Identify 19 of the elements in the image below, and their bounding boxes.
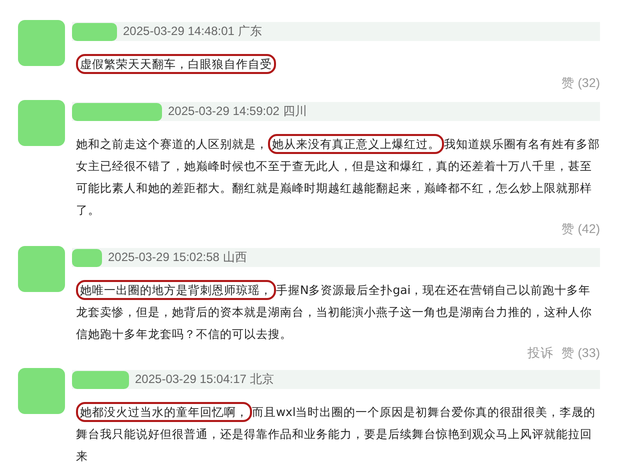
- comment-timestamp: 2025-03-29 14:48:01 广东: [123, 23, 262, 40]
- redacted-username: [72, 370, 129, 388]
- redacted-username: [72, 248, 102, 266]
- comment-text: 她唯一出圈的地方是背刺恩师琼瑶， 手握N多资源最后全扑gai，现在还在营销自己以前跑十多年龙套卖惨，但是，她背后的资本就是湖南台，当初能演小燕子这一角也是湖南台力推的，这种人你信她跑十多年龙套吗？不信的可以去搜。: [76, 279, 600, 345]
- comment-timestamp: 2025-03-29 15:02:58 山西: [108, 249, 247, 266]
- comment-timestamp: 2025-03-29 15:04:17 北京: [135, 371, 274, 388]
- comment-text: 虚假繁荣天天翻车，白眼狼自作自受: [76, 53, 600, 75]
- avatar: [18, 368, 65, 414]
- comment-action-link[interactable]: 赞 (42): [561, 221, 600, 238]
- redacted-username: [72, 22, 117, 40]
- comment-action-link[interactable]: 投诉: [527, 345, 554, 362]
- avatar: [18, 246, 65, 292]
- comment-timestamp: 2025-03-29 14:59:02 四川: [168, 103, 307, 120]
- avatar: [18, 100, 65, 146]
- comment-text: 她都没火过当水的童年回忆啊， 而且wxl当时出圈的一个原因是初舞台爱你真的很甜很美，李晟的舞台我只能说好但很普通，还是得靠作品和业务能力，要是后续舞台惊艳到观众马上风评就能拉回来: [76, 401, 600, 467]
- avatar: [18, 20, 65, 66]
- comment-text: 她和之前走这个赛道的人区别就是， 她从来没有真正意义上爆红过。 我知道娱乐圈有名有姓有多部女主已经很不错了，她巅峰时候也不至于查无此人，但是这和爆红，真的还差着十万八千里，甚至可能比素人和她的差距都大。翻红就是巅峰时期越红越能翻起来，巅峰都不红，怎么炒上限就那样了。: [76, 133, 600, 221]
- comment-action-link[interactable]: 赞 (32): [561, 75, 600, 92]
- comment-action-link[interactable]: 赞 (33): [561, 345, 600, 362]
